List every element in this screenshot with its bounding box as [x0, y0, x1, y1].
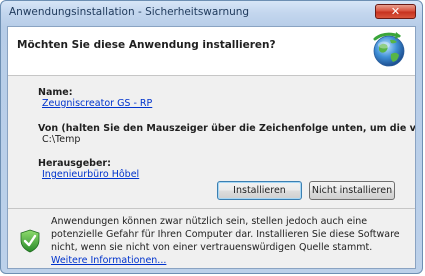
from-label: Von (halten Sie den Mauszeiger über die …: [38, 123, 416, 134]
install-button[interactable]: Installieren: [217, 181, 302, 200]
title-bar[interactable]: Anwendungsinstallation - Sicherheitswarn…: [1, 1, 422, 25]
globe-install-icon: [373, 32, 405, 67]
footer-area: Anwendungen können zwar nützlich sein, s…: [8, 209, 415, 268]
warning-text: Anwendungen können zwar nützlich sein, s…: [51, 216, 400, 253]
publisher-value-link[interactable]: Ingenieurbüro Hôbel: [42, 169, 139, 180]
shield-check-icon: [20, 229, 40, 253]
security-warning-text: Anwendungen können zwar nützlich sein, s…: [51, 215, 411, 267]
more-info-link[interactable]: Weitere Informationen...: [51, 255, 166, 266]
dont-install-button[interactable]: Nicht installieren: [309, 181, 395, 200]
details-area: Name: Zeugniscreator GS - RP Von (halten…: [8, 76, 415, 208]
window-title: Anwendungsinstallation - Sicherheitswarn…: [9, 6, 250, 18]
header-area: Möchten Sie diese Anwendung installieren…: [8, 27, 415, 75]
dialog-window: Anwendungsinstallation - Sicherheitswarn…: [0, 0, 423, 274]
from-value[interactable]: C:\Temp: [42, 134, 80, 145]
dialog-content: Möchten Sie diese Anwendung installieren…: [7, 26, 416, 269]
name-value-link[interactable]: Zeugniscreator GS - RP: [42, 98, 152, 109]
close-icon: ✕: [390, 5, 401, 18]
name-label: Name:: [38, 87, 73, 98]
install-question: Möchten Sie diese Anwendung installieren…: [17, 39, 276, 51]
publisher-label: Herausgeber:: [38, 158, 111, 169]
close-button[interactable]: ✕: [375, 4, 416, 19]
